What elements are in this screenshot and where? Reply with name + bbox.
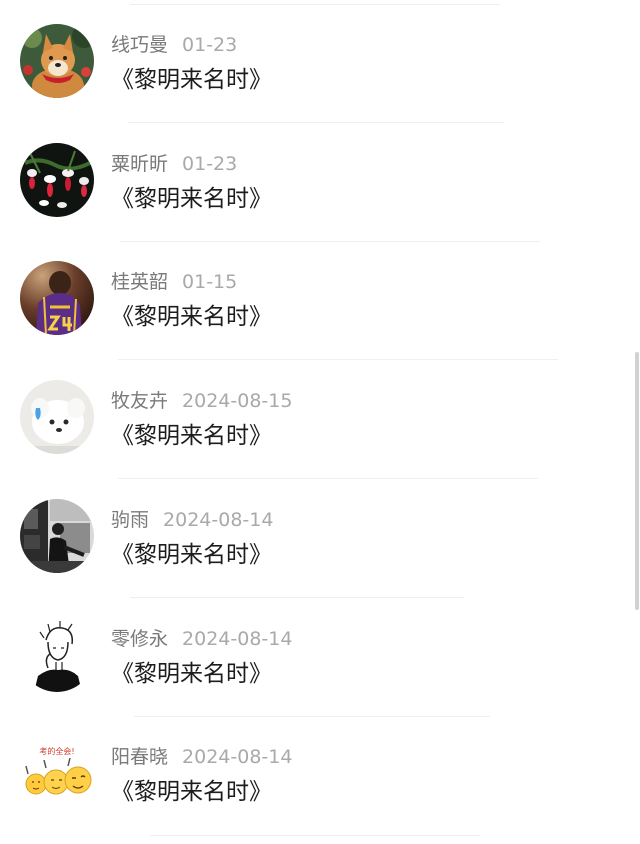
user-name[interactable]: 驹雨 (111, 509, 149, 531)
comment-item[interactable]: 粟昕昕 01-23 《黎明来名时》 (0, 119, 640, 237)
comment-date: 2024-08-14 (182, 628, 293, 650)
sticker-text: 考的全会! (39, 746, 74, 756)
comment-item[interactable]: 线巧曼 01-23 《黎明来名时》 (0, 0, 640, 118)
basketball-jersey-avatar[interactable] (20, 261, 94, 335)
comment-date: 01-15 (182, 271, 238, 293)
comment-text: 《黎明来名时》 (111, 304, 272, 330)
fuchsia-flowers-avatar[interactable] (20, 143, 94, 217)
user-name[interactable]: 线巧曼 (111, 34, 168, 56)
comment-date: 2024-08-14 (163, 509, 274, 531)
comment-date: 2024-08-14 (182, 746, 293, 768)
divider (150, 835, 480, 836)
user-name[interactable]: 阳春晓 (111, 746, 168, 768)
comment-text: 《黎明来名时》 (111, 186, 272, 212)
comment-text: 《黎明来名时》 (111, 67, 272, 93)
scrollbar[interactable] (635, 352, 639, 610)
white-puppy-avatar[interactable] (20, 380, 94, 454)
comment-text: 《黎明来名时》 (111, 542, 272, 568)
line-art-figure-avatar[interactable] (20, 618, 94, 692)
user-name[interactable]: 桂英韶 (111, 271, 168, 293)
user-name[interactable]: 牧友卉 (111, 390, 168, 412)
comment-date: 01-23 (182, 153, 238, 175)
comment-date: 01-23 (182, 34, 238, 56)
comment-item[interactable]: 牧友卉 2024-08-15 《黎明来名时》 (0, 356, 640, 474)
comment-text: 《黎明来名时》 (111, 661, 272, 687)
comment-list: 线巧曼 01-23 《黎明来名时》 粟昕昕 01-23 《黎明来名时》 桂英韶 … (0, 0, 640, 844)
comment-item[interactable]: 驹雨 2024-08-14 《黎明来名时》 (0, 475, 640, 593)
comment-item[interactable]: 考的全会! 阳春晓 2024-08-14 《黎明来名时》 (0, 712, 640, 830)
comment-date: 2024-08-15 (182, 390, 293, 412)
comment-text: 《黎明来名时》 (111, 423, 272, 449)
emoji-sticker-avatar[interactable]: 考的全会! (20, 736, 94, 810)
user-name[interactable]: 粟昕昕 (111, 153, 168, 175)
bw-street-photo-avatar[interactable] (20, 499, 94, 573)
comment-item[interactable]: 零修永 2024-08-14 《黎明来名时》 (0, 594, 640, 712)
comment-item[interactable]: 桂英韶 01-15 《黎明来名时》 (0, 237, 640, 355)
comment-text: 《黎明来名时》 (111, 779, 272, 805)
shiba-dog-avatar[interactable] (20, 24, 94, 98)
user-name[interactable]: 零修永 (111, 628, 168, 650)
